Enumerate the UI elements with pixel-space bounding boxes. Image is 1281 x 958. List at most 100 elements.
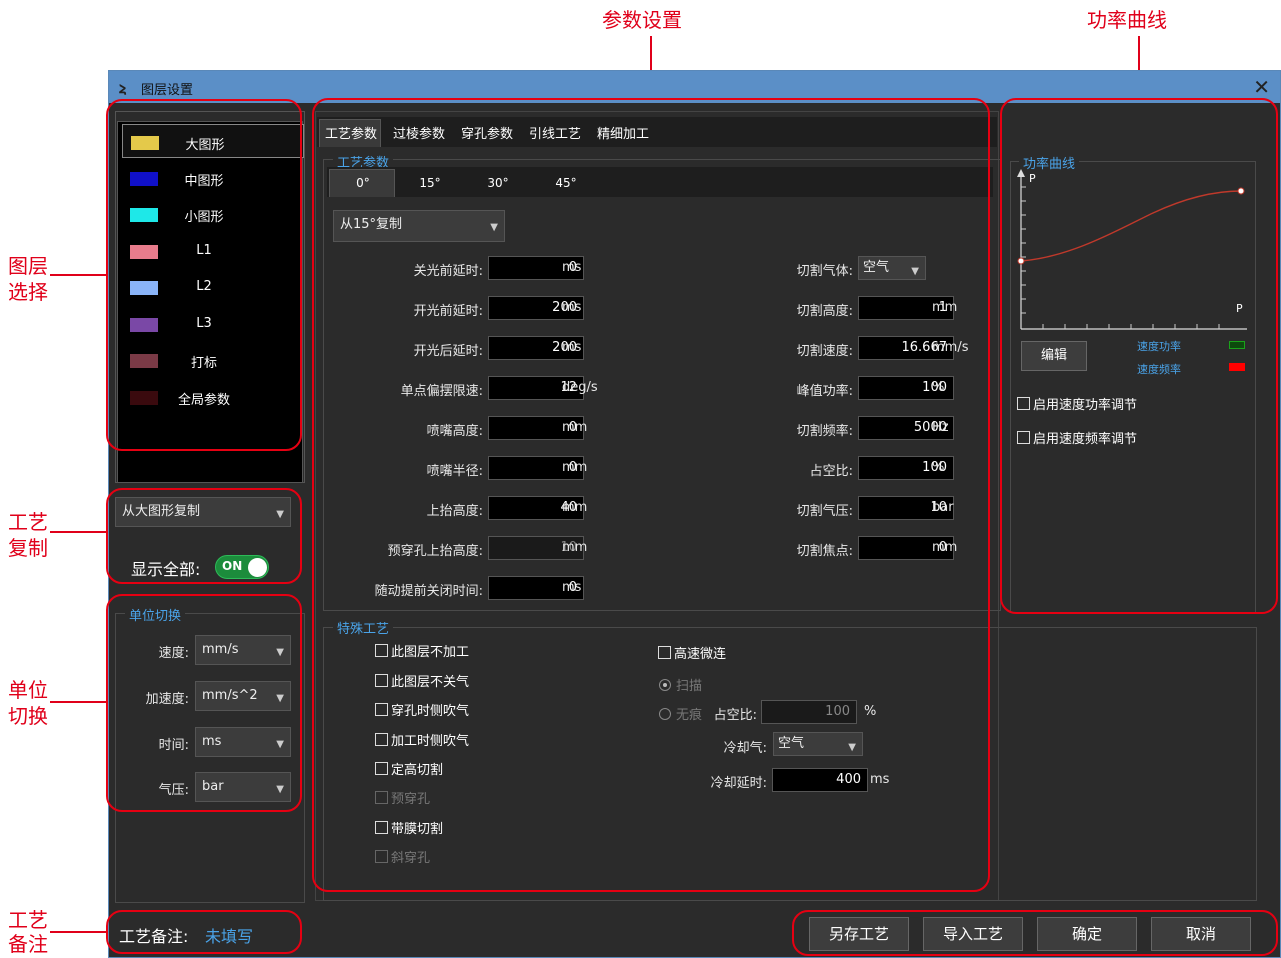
pierce-side-blow-checkbox[interactable]: 穿孔时侧吹气 bbox=[375, 700, 469, 719]
special-duty-unit: % bbox=[864, 704, 877, 719]
enable-speed-power-checkbox[interactable]: 启用速度功率调节 bbox=[1017, 394, 1137, 413]
param-label: 切割焦点: bbox=[796, 544, 853, 559]
tab-process[interactable]: 工艺参数 bbox=[325, 123, 377, 142]
high-speed-bridge-checkbox[interactable]: 高速微连 bbox=[658, 643, 726, 662]
note-value-link[interactable]: 未填写 bbox=[205, 923, 253, 947]
param-unit: mm/s bbox=[932, 340, 969, 355]
chevron-down-icon: ▼ bbox=[276, 739, 284, 750]
param-label: 随动提前关闭时间: bbox=[374, 584, 483, 599]
oblique-pierce-checkbox[interactable]: 斜穿孔 bbox=[375, 847, 430, 866]
angle-tab-45[interactable]: 45° bbox=[533, 170, 599, 196]
ok-button[interactable]: 确定 bbox=[1037, 917, 1137, 951]
cool-gas-select[interactable]: 空气 ▼ bbox=[773, 732, 863, 756]
callout-layer-line bbox=[50, 274, 106, 276]
show-all-toggle[interactable]: ON bbox=[215, 555, 269, 579]
copy-from-select[interactable]: 从大图形复制 ▼ bbox=[115, 497, 291, 527]
layer-item-l3[interactable]: L3 bbox=[122, 307, 304, 341]
layer-item-mark[interactable]: 打标 bbox=[122, 343, 304, 377]
toggle-knob bbox=[248, 558, 267, 577]
cool-delay-input[interactable]: 400 bbox=[772, 768, 868, 792]
callout-copy-1: 工艺 bbox=[8, 510, 48, 534]
time-unit-select[interactable]: ms ▼ bbox=[195, 727, 291, 757]
callout-layer-1: 图层 bbox=[8, 254, 48, 278]
pressure-unit-value: bar bbox=[202, 779, 224, 794]
cut-gas-select[interactable]: 空气 ▼ bbox=[858, 256, 926, 280]
cool-delay-unit: ms bbox=[870, 772, 890, 787]
radio-label: 无痕 bbox=[676, 708, 703, 723]
param-unit: Hz bbox=[932, 420, 949, 435]
pressure-unit-label: 气压: bbox=[158, 783, 189, 798]
param-label: 占空比: bbox=[809, 464, 853, 479]
param-label: 喷嘴高度: bbox=[426, 424, 483, 439]
param-label: 切割频率: bbox=[796, 424, 853, 439]
layer-label: 中图形 bbox=[184, 174, 224, 189]
accel-unit-select[interactable]: mm/s^2 ▼ bbox=[195, 681, 291, 711]
title-bar[interactable]: ⲹ 图层设置 ✕ bbox=[109, 71, 1280, 103]
tab-lead[interactable]: 引线工艺 bbox=[529, 123, 581, 142]
layer-item-small[interactable]: 小图形 bbox=[122, 197, 304, 231]
param-label: 上抬高度: bbox=[426, 504, 483, 519]
angle-copy-select[interactable]: 从15°复制 ▼ bbox=[333, 210, 505, 242]
save-as-button[interactable]: 另存工艺 bbox=[809, 917, 909, 951]
scan-radio[interactable]: 扫描 bbox=[659, 675, 702, 694]
no-process-checkbox[interactable]: 此图层不加工 bbox=[375, 641, 469, 660]
layer-item-l2[interactable]: L2 bbox=[122, 270, 304, 304]
checkbox-label: 带膜切割 bbox=[391, 822, 444, 837]
pressure-unit-select[interactable]: bar ▼ bbox=[195, 772, 291, 802]
param-label: 喷嘴半径: bbox=[426, 464, 483, 479]
layer-item-global[interactable]: 全局参数 bbox=[122, 380, 304, 414]
special-group-title: 特殊工艺 bbox=[333, 618, 394, 637]
layer-item-large[interactable]: 大图形 bbox=[122, 124, 304, 158]
callout-copy-2: 复制 bbox=[8, 536, 48, 560]
tab-pierce[interactable]: 穿孔参数 bbox=[461, 123, 513, 142]
special-duty-label: 占空比: bbox=[713, 708, 757, 723]
layer-swatch bbox=[130, 245, 158, 259]
tab-edge[interactable]: 过棱参数 bbox=[393, 123, 445, 142]
chevron-down-icon: ▼ bbox=[911, 266, 919, 277]
angle-tab-30[interactable]: 30° bbox=[465, 170, 531, 196]
checkbox-label: 穿孔时侧吹气 bbox=[391, 704, 470, 719]
tab-fine[interactable]: 精细加工 bbox=[597, 123, 649, 142]
fixed-height-checkbox[interactable]: 定高切割 bbox=[375, 759, 443, 778]
enable-speed-freq-checkbox[interactable]: 启用速度频率调节 bbox=[1017, 428, 1137, 447]
layer-item-l1[interactable]: L1 bbox=[122, 234, 304, 268]
layer-label: 小图形 bbox=[184, 210, 224, 225]
special-duty-input[interactable]: 100 bbox=[761, 700, 857, 724]
layer-list: 大图形 中图形 小图形 L1 L2 L3 打标 全局参数 bbox=[117, 121, 304, 483]
callout-unit-1: 单位 bbox=[8, 678, 48, 702]
prepierce-checkbox[interactable]: 预穿孔 bbox=[375, 788, 430, 807]
radio-label: 扫描 bbox=[676, 679, 703, 694]
chevron-down-icon: ▼ bbox=[276, 784, 284, 795]
checkbox-box bbox=[1017, 431, 1030, 444]
chevron-down-icon: ▼ bbox=[848, 742, 856, 753]
cancel-button[interactable]: 取消 bbox=[1151, 917, 1251, 951]
legend-speed-freq-label: 速度频率 bbox=[1137, 363, 1181, 376]
angle-tab-15[interactable]: 15° bbox=[397, 170, 463, 196]
close-icon[interactable]: ✕ bbox=[1253, 75, 1270, 99]
import-button[interactable]: 导入工艺 bbox=[923, 917, 1023, 951]
film-cut-checkbox[interactable]: 带膜切割 bbox=[375, 818, 443, 837]
traceless-radio[interactable]: 无痕 bbox=[659, 704, 702, 723]
special-group bbox=[323, 627, 1257, 901]
keep-gas-checkbox[interactable]: 此图层不关气 bbox=[375, 671, 469, 690]
layer-swatch bbox=[130, 391, 158, 405]
param-unit: bar bbox=[932, 500, 954, 515]
legend-speed-power-label: 速度功率 bbox=[1137, 340, 1181, 353]
param-label: 切割速度: bbox=[796, 344, 853, 359]
layer-item-medium[interactable]: 中图形 bbox=[122, 161, 304, 195]
checkbox-box bbox=[375, 791, 388, 804]
cut-gas-value: 空气 bbox=[863, 260, 890, 275]
speed-unit-select[interactable]: mm/s ▼ bbox=[195, 635, 291, 665]
param-unit: mm bbox=[562, 420, 588, 435]
param-unit: mm bbox=[562, 540, 588, 555]
callout-params: 参数设置 bbox=[602, 8, 682, 32]
edit-curve-button[interactable]: 编辑 bbox=[1021, 341, 1087, 371]
param-unit: mm bbox=[562, 500, 588, 515]
param-unit: ms bbox=[562, 340, 582, 355]
cut-side-blow-checkbox[interactable]: 加工时侧吹气 bbox=[375, 730, 469, 749]
param-unit: deg/s bbox=[562, 380, 598, 395]
angle-tab-0[interactable]: 0° bbox=[330, 170, 396, 196]
chevron-down-icon: ▼ bbox=[276, 647, 284, 658]
callout-note-2: 备注 bbox=[8, 932, 48, 956]
param-unit: % bbox=[932, 460, 945, 475]
